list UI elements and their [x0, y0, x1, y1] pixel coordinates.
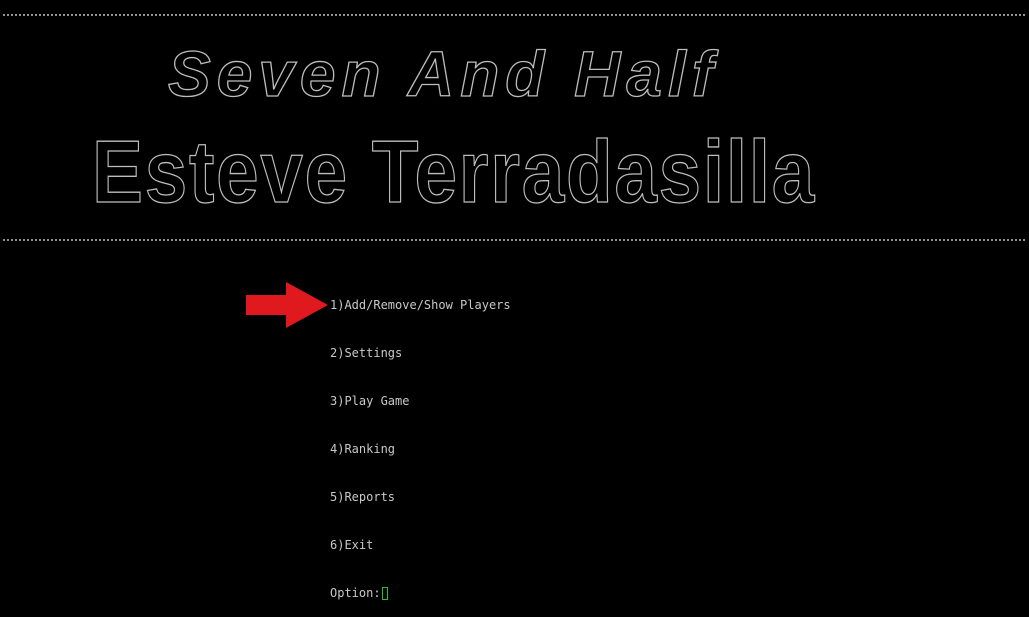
menu-item-settings: 2)Settings — [330, 346, 403, 360]
ascii-banner: Seven And Half Esteve Terradasilla — [0, 18, 1029, 238]
ascii-banner-art: Seven And Half Esteve Terradasilla — [91, 37, 816, 221]
menu-item-exit: 6)Exit — [330, 538, 374, 552]
menu-item-players: 1)Add/Remove/Show Players — [330, 298, 511, 312]
menu-item-ranking: 4)Ranking — [330, 442, 396, 456]
text-cursor[interactable] — [381, 586, 388, 600]
banner-subtitle: Esteve Terradasilla — [92, 122, 816, 221]
separator-top — [2, 14, 1027, 16]
menu-item-reports: 5)Reports — [330, 490, 396, 504]
main-menu: 1)Add/Remove/Show Players 2)Settings 3)P… — [330, 265, 511, 617]
menu-item-play-game: 3)Play Game — [330, 394, 410, 408]
separator-bottom — [2, 239, 1027, 241]
option-prompt-row[interactable]: Option: — [330, 585, 511, 601]
banner-title: Seven And Half — [168, 38, 719, 110]
red-arrow-icon — [246, 282, 328, 328]
option-prompt-label: Option: — [330, 586, 381, 600]
